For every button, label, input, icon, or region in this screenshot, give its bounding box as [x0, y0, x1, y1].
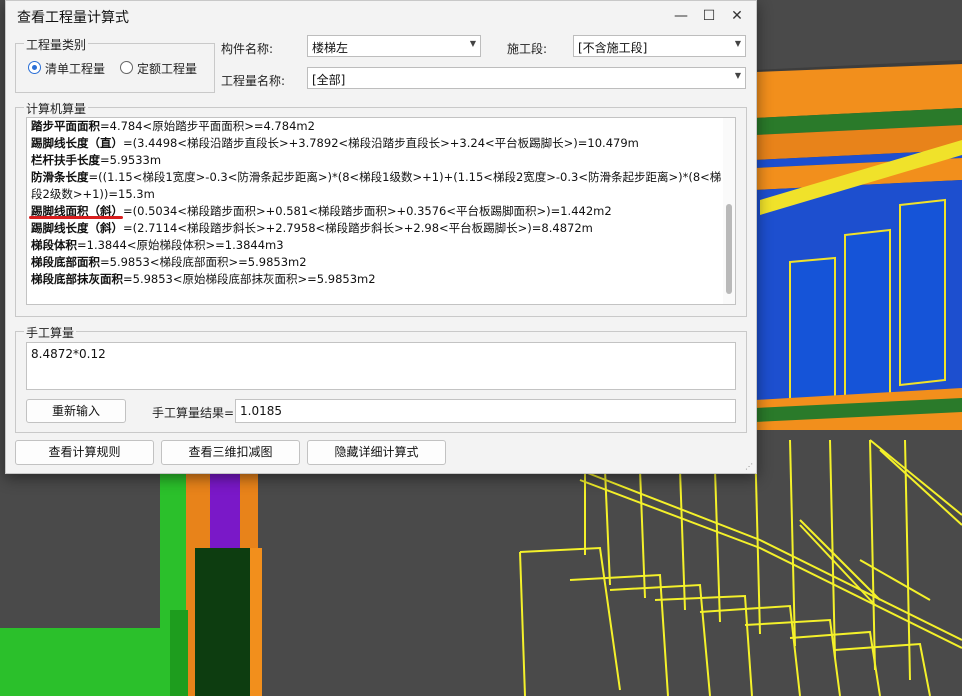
- formula-line: 梯段体积=1.3844<原始梯段体积>=1.3844m3: [31, 238, 284, 252]
- stage-label: 施工段:: [507, 42, 548, 56]
- formula-line: 防滑条长度=((1.15<梯段1宽度>-0.3<防滑条起步距离>)*(8<梯段1…: [31, 170, 722, 184]
- computed-group-label: 计算机算量: [24, 100, 89, 117]
- manual-expression-text: 8.4872*0.12: [31, 347, 106, 361]
- manual-result-label: 手工算量结果=: [152, 406, 235, 420]
- formula-line: 梯段底部抹灰面积=5.9853<原始梯段底部抹灰面积>=5.9853m2: [31, 272, 376, 286]
- quantity-name-label: 工程量名称:: [221, 74, 286, 88]
- hide-detail-button[interactable]: 隐藏详细计算式: [307, 440, 446, 465]
- reenter-button[interactable]: 重新输入: [26, 399, 126, 423]
- view-3d-deduction-button[interactable]: 查看三维扣减图: [161, 440, 300, 465]
- formula-line: 踏步平面面积=4.784<原始踏步平面面积>=4.784m2: [31, 119, 315, 133]
- close-button[interactable]: ✕: [726, 6, 748, 26]
- category-group-label: 工程量类别: [24, 36, 89, 53]
- manual-expression-input[interactable]: 8.4872*0.12: [26, 342, 736, 390]
- resize-grip-icon[interactable]: ⋰: [745, 462, 753, 471]
- formula-line: 段2级数>+1))=15.3m: [31, 187, 155, 201]
- formula-line: 栏杆扶手长度=5.9533m: [31, 153, 162, 167]
- manual-result-field[interactable]: 1.0185: [235, 399, 736, 423]
- radio-bill-quantity[interactable]: [28, 61, 41, 74]
- view-rules-button[interactable]: 查看计算规则: [15, 440, 154, 465]
- formula-line: 踢脚线长度（直）=(3.4498<梯段沿踏步直段长>+3.7892<梯段沿踏步直…: [31, 136, 639, 150]
- component-select-value: 楼梯左: [312, 41, 349, 55]
- component-select[interactable]: 楼梯左 ▼: [307, 35, 481, 57]
- vertical-scrollbar[interactable]: [723, 118, 735, 304]
- quantity-name-select[interactable]: [全部] ▼: [307, 67, 746, 89]
- computed-formulas-box[interactable]: 踏步平面面积=4.784<原始踏步平面面积>=4.784m2 踢脚线长度（直）=…: [26, 117, 736, 305]
- component-label: 构件名称:: [221, 42, 274, 56]
- manual-result-value: 1.0185: [240, 404, 282, 418]
- stage-select-value: [不含施工段]: [578, 41, 648, 55]
- manual-group-label: 手工算量: [24, 324, 77, 341]
- scrollbar-thumb[interactable]: [726, 204, 732, 294]
- maximize-button[interactable]: ☐: [698, 6, 720, 26]
- stage-select[interactable]: [不含施工段] ▼: [573, 35, 746, 57]
- radio-quota-quantity-label[interactable]: 定额工程量: [137, 60, 197, 77]
- calculation-dialog: 查看工程量计算式 — ☐ ✕ 工程量类别 清单工程量 定额工程量 构件名称: 楼…: [5, 0, 757, 474]
- radio-quota-quantity[interactable]: [120, 61, 133, 74]
- dialog-title: 查看工程量计算式: [17, 10, 129, 26]
- formula-line: 踢脚线长度（斜）=(2.7114<梯段踏步斜长>+2.7958<梯段踏步斜长>+…: [31, 221, 593, 235]
- minimize-button[interactable]: —: [670, 6, 692, 26]
- radio-bill-quantity-label[interactable]: 清单工程量: [45, 60, 105, 77]
- title-bar[interactable]: 查看工程量计算式 — ☐ ✕: [6, 1, 756, 31]
- category-group: 工程量类别 清单工程量 定额工程量: [15, 36, 215, 93]
- quantity-name-select-value: [全部]: [312, 73, 346, 87]
- chevron-down-icon: ▼: [734, 39, 741, 48]
- red-annotation-underline: [29, 216, 123, 219]
- formula-line: 梯段底部面积=5.9853<梯段底部面积>=5.9853m2: [31, 255, 307, 269]
- chevron-down-icon: ▼: [469, 39, 476, 48]
- chevron-down-icon: ▼: [734, 71, 741, 80]
